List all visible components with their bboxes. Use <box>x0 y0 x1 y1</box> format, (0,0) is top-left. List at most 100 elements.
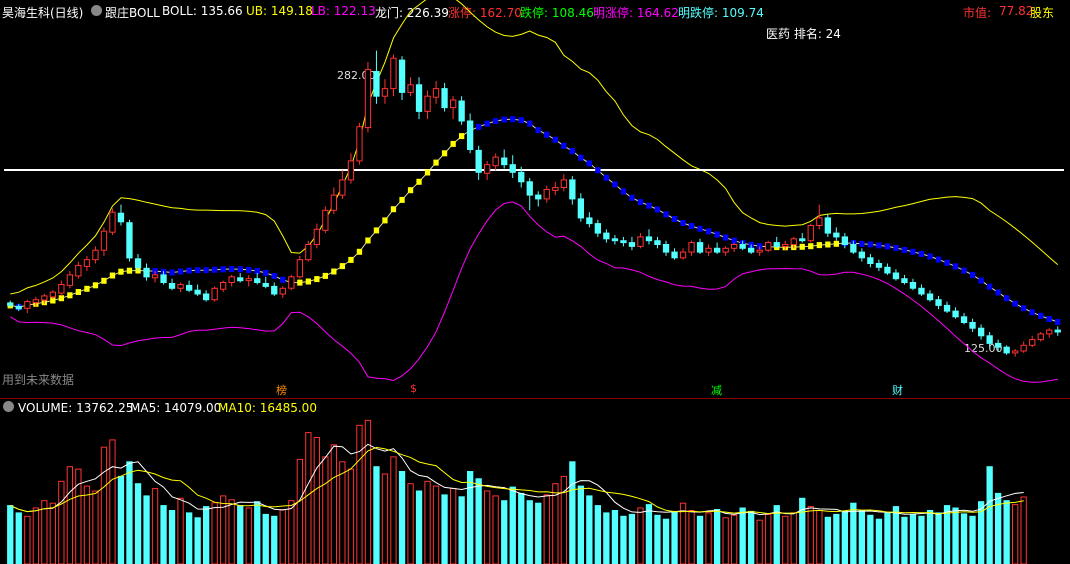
candle-up <box>484 164 491 174</box>
volume-bar <box>143 495 150 564</box>
volume-bar <box>731 514 738 564</box>
volume-bar <box>824 516 832 564</box>
volume-bar <box>109 439 116 564</box>
trend-buy-dot <box>314 276 320 283</box>
volume-bar <box>799 497 806 564</box>
volume-bar <box>66 466 73 564</box>
volume-bar <box>688 510 695 564</box>
candle-down <box>986 335 993 344</box>
volume-bar <box>969 515 976 564</box>
volume-bar <box>254 501 261 564</box>
kline-chart[interactable] <box>0 0 1070 564</box>
volume-bar <box>807 506 814 564</box>
trend-sell-dot <box>501 116 507 123</box>
trend-sell-dot <box>280 276 286 283</box>
volume-bar <box>662 518 670 564</box>
trend-sell-dot <box>995 289 1001 296</box>
volume-bar <box>322 456 329 564</box>
volume-bar <box>58 480 65 564</box>
candle-up <box>722 247 729 253</box>
candle-up <box>83 259 91 267</box>
trend-buy-dot <box>816 242 822 249</box>
trend-sell-dot <box>493 118 499 125</box>
candle-down <box>237 277 244 282</box>
trend-sell-dot <box>978 277 984 284</box>
volume-bar <box>756 519 763 564</box>
candle-up <box>245 278 252 282</box>
volume-bar <box>484 490 491 564</box>
trend-sell-dot <box>229 266 235 272</box>
volume-bar <box>790 512 797 564</box>
trend-sell-dot <box>859 240 865 247</box>
candle-down <box>577 198 585 219</box>
volume-bar <box>245 507 252 564</box>
volume-bar <box>203 506 210 564</box>
volume-bar <box>935 512 942 564</box>
candle-up <box>1046 329 1053 335</box>
candle-down <box>143 267 150 278</box>
volume-bar <box>892 506 900 564</box>
volume-bar <box>151 488 159 564</box>
candle-up <box>637 236 644 247</box>
candle-down <box>160 274 167 283</box>
candle-up <box>407 84 414 93</box>
volume-ma5-line <box>10 443 1024 516</box>
trend-buy-dot <box>75 289 81 295</box>
volume-bar <box>296 458 304 564</box>
volume-bar <box>15 512 22 564</box>
volume-bar <box>415 490 423 564</box>
volume-bar <box>373 466 380 564</box>
volume-bar <box>960 513 968 564</box>
trend-buy-dot <box>808 243 814 250</box>
candle-up <box>228 276 235 283</box>
volume-bar <box>1003 500 1010 564</box>
candle-down <box>168 283 176 289</box>
trend-sell-dot <box>203 267 209 274</box>
volume-bar <box>424 480 431 564</box>
trend-buy-dot <box>109 272 116 279</box>
candle-down <box>875 263 883 268</box>
candle-down <box>271 285 278 295</box>
candle-down <box>594 223 602 234</box>
trend-sell-dot <box>484 120 490 127</box>
volume-bar <box>432 485 440 564</box>
trend-sell-dot <box>1046 316 1052 322</box>
trend-buy-dot <box>339 263 345 270</box>
trend-buy-dot <box>118 268 124 275</box>
volume-bar <box>339 461 346 564</box>
trend-sell-dot <box>893 244 899 251</box>
trend-buy-dot <box>101 277 107 284</box>
candle-down <box>799 238 806 242</box>
volume-bar <box>816 510 823 564</box>
volume-bar <box>875 518 883 564</box>
candle-down <box>969 322 976 329</box>
trend-sell-dot <box>620 188 627 195</box>
trend-sell-dot <box>552 136 558 143</box>
trend-buy-dot <box>92 282 99 289</box>
volume-bar <box>535 502 542 564</box>
trend-buy-dot <box>58 295 64 302</box>
candle-down <box>569 179 576 200</box>
candle-down <box>467 120 474 150</box>
candle-up <box>381 88 389 97</box>
volume-bar <box>884 512 891 564</box>
candle-up <box>220 282 227 290</box>
candle-down <box>1003 346 1010 354</box>
volume-bar <box>186 512 193 564</box>
candle-down <box>7 302 14 306</box>
volume-bar <box>492 495 499 564</box>
volume-bar <box>645 504 653 564</box>
volume-bar <box>654 514 661 564</box>
trend-buy-dot <box>373 227 380 234</box>
volume-bar <box>909 513 917 564</box>
volume-bar <box>330 444 338 564</box>
candle-down <box>748 247 755 253</box>
candle-up <box>109 211 116 233</box>
trend-buy-dot <box>424 169 431 176</box>
candle-down <box>671 251 678 259</box>
candle-up <box>688 242 695 253</box>
candle-up <box>32 299 40 304</box>
volume-bar <box>620 515 627 564</box>
volume-bar <box>467 471 474 564</box>
trend-sell-dot <box>714 231 720 238</box>
